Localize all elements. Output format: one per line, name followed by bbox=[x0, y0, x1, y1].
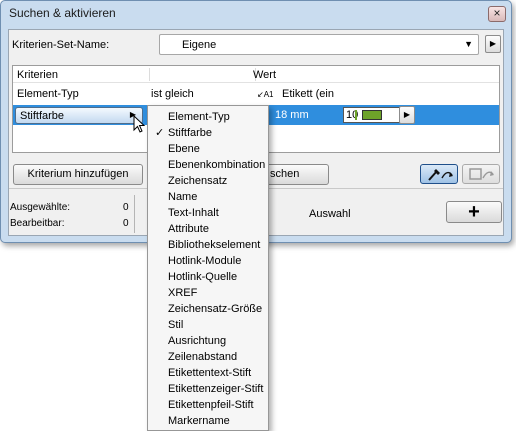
close-icon: × bbox=[493, 6, 501, 20]
menu-item[interactable]: Etikettentext-Stift bbox=[148, 365, 268, 381]
selected-count-label: Ausgewählte: bbox=[10, 202, 71, 213]
arrow-right-icon: ▶ bbox=[489, 39, 497, 48]
menu-item-label: Stiftfarbe bbox=[168, 127, 213, 139]
arrow-right-icon: ▶ bbox=[403, 110, 411, 119]
menu-item[interactable]: Ebene bbox=[148, 141, 268, 157]
menu-item[interactable]: Zeichensatz bbox=[148, 173, 268, 189]
pen-color-picker[interactable]: 10 bbox=[343, 107, 405, 123]
criterion-value: 18 mm bbox=[275, 109, 309, 121]
pen-color-marker bbox=[355, 110, 357, 120]
menu-item[interactable]: Ausrichtung bbox=[148, 333, 268, 349]
criterion-name: Stiftfarbe bbox=[20, 110, 65, 122]
menu-item-label: Ausrichtung bbox=[168, 335, 227, 347]
menu-item-label: Zeichensatz bbox=[168, 175, 228, 187]
column-header-criteria: Kriterien bbox=[17, 69, 58, 81]
pen-next-button[interactable]: ▶ bbox=[399, 106, 415, 124]
eyedropper-icon bbox=[428, 169, 453, 181]
criteria-set-next-button[interactable]: ▶ bbox=[485, 35, 501, 53]
menu-item[interactable]: Etikettenzeiger-Stift bbox=[148, 381, 268, 397]
pen-color-swatch bbox=[362, 110, 382, 120]
criterion-name: Element-Typ bbox=[17, 88, 79, 100]
divider bbox=[134, 195, 135, 233]
menu-item[interactable]: Name bbox=[148, 189, 268, 205]
menu-item-label: Hotlink-Module bbox=[168, 255, 242, 267]
criterion-value[interactable]: Etikett (ein bbox=[282, 88, 334, 100]
menu-item-label: Bibliothekselement bbox=[168, 239, 261, 251]
criteria-set-value: Eigene bbox=[182, 39, 217, 51]
menu-item[interactable]: Stil bbox=[148, 317, 268, 333]
criteria-set-dropdown[interactable]: Eigene ▼ bbox=[159, 34, 479, 55]
menu-item-label: Markername bbox=[168, 415, 230, 427]
window-title: Suchen & aktivieren bbox=[9, 6, 116, 20]
menu-item[interactable]: ✓ Stiftfarbe bbox=[148, 125, 268, 141]
menu-item-label: Text-Inhalt bbox=[168, 207, 219, 219]
menu-item[interactable]: Text-Inhalt bbox=[148, 205, 268, 221]
menu-item-label: Name bbox=[168, 191, 198, 203]
editable-count: 0 bbox=[123, 218, 129, 229]
menu-item-label: Etikettenpfeil-Stift bbox=[168, 399, 254, 411]
criterion-type-menu: Element-Typ ✓ Stiftfarbe Ebene Ebenenkombina… bbox=[147, 105, 269, 431]
table-header: Kriterien Wert bbox=[13, 66, 499, 83]
close-button[interactable]: × bbox=[488, 6, 506, 22]
menu-item[interactable]: Zeichensatz-Größe bbox=[148, 301, 268, 317]
menu-item-label: Ebenenkombination bbox=[168, 159, 266, 171]
table-row[interactable]: Element-Typ ist gleich ↙A1 Etikett (ein bbox=[13, 84, 499, 104]
pick-parameters-button[interactable] bbox=[420, 164, 458, 184]
editable-count-label: Bearbeitbar: bbox=[10, 218, 65, 229]
menu-item[interactable]: Zeilenabstand bbox=[148, 349, 268, 365]
add-to-selection-button[interactable]: + bbox=[446, 201, 502, 223]
menu-item-label: Ebene bbox=[168, 143, 200, 155]
add-criterion-button[interactable]: Kriterium hinzufügen bbox=[13, 164, 143, 185]
menu-item-label: Zeilenabstand bbox=[168, 351, 238, 363]
menu-item-label: Attribute bbox=[168, 223, 209, 235]
menu-item[interactable]: XREF bbox=[148, 285, 268, 301]
menu-item[interactable]: Hotlink-Module bbox=[148, 253, 268, 269]
menu-item-label: Hotlink-Quelle bbox=[168, 271, 238, 283]
menu-item[interactable]: Bibliothekselement bbox=[148, 237, 268, 253]
menu-item[interactable]: Element-Typ bbox=[148, 109, 268, 125]
menu-item[interactable]: Attribute bbox=[148, 221, 268, 237]
checkmark-icon: ✓ bbox=[155, 127, 165, 139]
transfer-parameters-button[interactable] bbox=[462, 164, 500, 184]
criteria-set-label: Kriterien-Set-Name: bbox=[12, 39, 110, 51]
plus-icon: + bbox=[468, 201, 480, 223]
menu-item-label: Etikettentext-Stift bbox=[168, 367, 252, 379]
column-header-value: Wert bbox=[253, 69, 277, 81]
criterion-type-button[interactable]: Stiftfarbe ▶ bbox=[15, 107, 143, 124]
selected-count: 0 bbox=[123, 202, 129, 213]
menu-item-label: Element-Typ bbox=[168, 111, 230, 123]
selection-label: Auswahl bbox=[309, 208, 351, 220]
title-bar[interactable]: Suchen & aktivieren × bbox=[1, 1, 511, 27]
menu-item[interactable]: Hotlink-Quelle bbox=[148, 269, 268, 285]
inject-icon bbox=[469, 168, 494, 180]
menu-item[interactable]: Ebenenkombination bbox=[148, 157, 268, 173]
mouse-cursor-icon bbox=[133, 115, 146, 133]
menu-item-label: Stil bbox=[168, 319, 184, 331]
menu-item[interactable]: Markername bbox=[148, 413, 268, 429]
label-type-icon: ↙A1 bbox=[257, 90, 274, 99]
criterion-operator[interactable]: ist gleich bbox=[151, 88, 194, 100]
column-divider[interactable] bbox=[149, 68, 150, 81]
menu-item-label: Zeichensatz-Größe bbox=[168, 303, 263, 315]
menu-item[interactable]: Etikettenpfeil-Stift bbox=[148, 397, 268, 413]
menu-item-label: Etikettenzeiger-Stift bbox=[168, 383, 264, 395]
chevron-down-icon: ▼ bbox=[464, 39, 473, 49]
menu-item-label: XREF bbox=[168, 287, 198, 299]
